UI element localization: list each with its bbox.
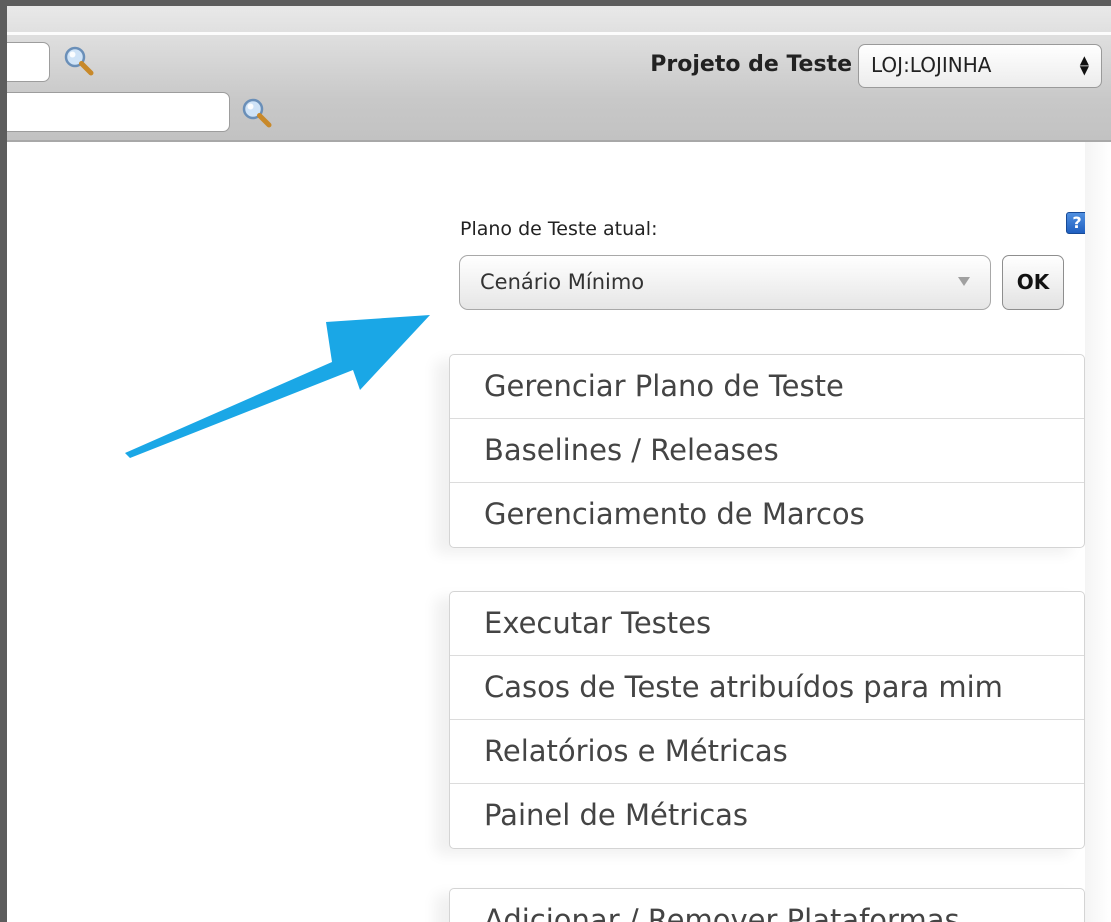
project-selected-value: LOJ:LOJINHA [871,53,992,77]
menu-item-assigned-cases[interactable]: Casos de Teste atribuídos para mim [450,656,1084,720]
toolbar-highlight [0,32,1111,35]
menu-item-platforms[interactable]: Adicionar / Remover Plataformas [450,889,1084,922]
project-select[interactable]: LOJ:LOJINHA ▲ ▼ [858,44,1102,88]
menu-panel-plan: Gerenciar Plano de Teste Baselines / Rel… [449,354,1085,548]
menu-item-milestones[interactable]: Gerenciamento de Marcos [450,483,1084,547]
menu-item-metrics-dashboard[interactable]: Painel de Métricas [450,784,1084,848]
menu-item-execute-tests[interactable]: Executar Testes [450,592,1084,656]
menu-item-reports[interactable]: Relatórios e Métricas [450,720,1084,784]
menu-panel-platforms: Adicionar / Remover Plataformas [449,888,1085,922]
menu-item-manage-plan[interactable]: Gerenciar Plano de Teste [450,355,1084,419]
arrow-annotation [125,315,430,458]
search-input-testcase[interactable] [0,42,50,82]
search-icon[interactable] [240,96,274,130]
select-arrows-icon: ▲ ▼ [1079,53,1089,77]
test-plan-select[interactable]: Cenário Mínimo [459,255,991,310]
ok-button[interactable]: OK [1002,255,1064,310]
current-plan-label: Plano de Teste atual: [460,218,658,240]
chevron-down-icon [958,277,970,286]
search-input-requirement[interactable] [0,92,230,132]
scroll-shadow [1085,142,1111,922]
menu-item-baselines[interactable]: Baselines / Releases [450,419,1084,483]
frame-border-left [0,0,7,922]
app-frame: Projeto de Teste LOJ:LOJINHA ▲ ▼ Plano de… [0,0,1111,922]
search-icon[interactable] [62,44,96,78]
project-label: Projeto de Teste [650,52,852,77]
test-plan-selected-value: Cenário Mínimo [480,270,645,294]
menu-panel-execution: Executar Testes Casos de Teste atribuído… [449,591,1085,849]
